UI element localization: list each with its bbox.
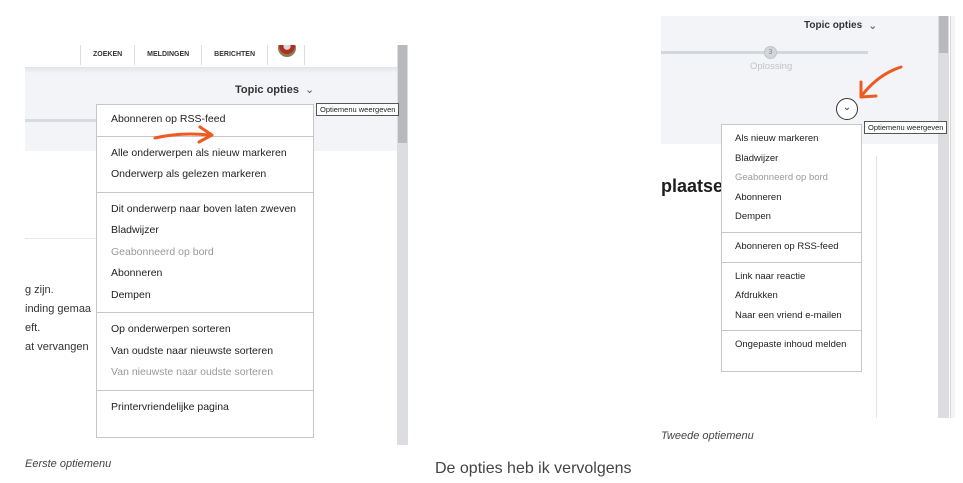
menu-item-bump-topic[interactable]: Dit onderwerp naar boven laten zweven [111, 199, 313, 221]
menu-item-print[interactable]: Printervriendelijke pagina [111, 397, 313, 419]
menu-item-sort-newest-first: Van nieuwste naar oudste sorteren [111, 366, 274, 378]
sidebar-panel [876, 156, 938, 418]
topic-options-label: Topic opties [235, 83, 299, 96]
background-post-text: g zijn. inding gemaa eft. at vervangen [25, 281, 91, 357]
text-line: eft. [25, 322, 41, 334]
menu-item-bookmark[interactable]: Bladwijzer [111, 220, 313, 242]
text-line: inding gemaa [25, 303, 92, 315]
nav-notifications[interactable]: MELDINGEN [134, 45, 201, 65]
menu-item-rss[interactable]: Abonneren op RSS-feed [735, 237, 861, 257]
menu-item-print[interactable]: Afdrukken [735, 286, 861, 306]
menu-item-bookmark[interactable]: Bladwijzer [735, 149, 861, 169]
scrollbar-thumb[interactable] [398, 45, 407, 143]
options-circle-button[interactable]: ⌄ [836, 98, 858, 120]
menu-item-link-to-reply[interactable]: Link naar reactie [735, 267, 861, 287]
menu-item-subscribed-board: Geabonneerd op bord [111, 245, 214, 258]
scrollbar-thumb[interactable] [939, 16, 948, 53]
menu-item-email-friend[interactable]: Naar een vriend e-mailen [735, 306, 861, 326]
progress-step-label: Oplossing [750, 61, 793, 72]
menu-item-subscribe[interactable]: Abonneren [735, 188, 861, 208]
progress-line [25, 119, 96, 122]
content-divider [25, 238, 97, 239]
forum-navbar: ZOEKEN MELDINGEN BERICHTEN [80, 45, 306, 65]
menu-item-mute[interactable]: Dempen [111, 285, 313, 307]
topic-options-button[interactable]: Topic opties ⌄ [235, 83, 315, 97]
menu-item-subscribe[interactable]: Abonneren [111, 263, 313, 285]
options-dropdown-menu: Als nieuw markeren Bladwijzer Geabonneer… [721, 124, 862, 372]
chevron-down-icon: ⌄ [868, 20, 878, 32]
topic-options-label: Topic opties [804, 20, 863, 31]
options-tooltip: Optiemenu weergeven [864, 121, 948, 134]
text-line: g zijn. [25, 284, 54, 296]
arrow-annotation-icon [153, 125, 214, 144]
options-tooltip: Optiemenu weergeven [316, 103, 400, 116]
menu-item-mark-all-new[interactable]: Alle onderwerpen als nieuw markeren [111, 143, 313, 165]
menu-item-report[interactable]: Ongepaste inhoud melden [735, 335, 861, 355]
arrow-annotation-icon [859, 65, 903, 99]
menu-section: Als nieuw markeren Bladwijzer Geabonneer… [722, 125, 861, 233]
menu-section: Op onderwerpen sorteren Van oudste naar … [97, 313, 313, 391]
first-menu-caption: Eerste optiemenu [25, 458, 112, 470]
nav-search[interactable]: ZOEKEN [80, 45, 134, 65]
chevron-down-icon: ⌄ [304, 84, 315, 96]
first-options-menu-screenshot: ZOEKEN MELDINGEN BERICHTEN g zijn. indin… [25, 45, 408, 445]
chevron-down-icon: ⌄ [842, 102, 852, 113]
menu-item-mark-new[interactable]: Als nieuw markeren [735, 129, 861, 149]
menu-section: Ongepaste inhoud melden [722, 331, 861, 360]
menu-item-mark-read[interactable]: Onderwerp als gelezen markeren [111, 164, 313, 186]
second-options-menu-screenshot: 3 Oplossing Topic opties ⌄ plaatsen ⌄ Al… [661, 16, 955, 418]
progress-step-dot: 3 [764, 46, 777, 59]
menu-item-sort-oldest-first[interactable]: Van oudste naar nieuwste sorteren [111, 341, 313, 363]
window-edge [950, 16, 955, 418]
menu-item-mute[interactable]: Dempen [735, 207, 861, 227]
scrollbar-track[interactable] [938, 16, 949, 418]
options-dropdown-menu: Abonneren op RSS-feed Alle onderwerpen a… [96, 104, 314, 438]
logo-emblem-icon[interactable] [267, 45, 306, 65]
menu-section: Link naar reactie Afdrukken Naar een vri… [722, 263, 861, 332]
article-body-text: De opties heb ik vervolgens [435, 460, 632, 477]
menu-item-subscribed-board: Geabonneerd op bord [735, 172, 828, 184]
menu-section: Dit onderwerp naar boven laten zweven Bl… [97, 193, 313, 313]
menu-section: Printervriendelijke pagina [97, 391, 313, 425]
nav-messages[interactable]: BERICHTEN [201, 45, 267, 65]
menu-item-sort-topics[interactable]: Op onderwerpen sorteren [111, 319, 313, 341]
topic-options-button[interactable]: Topic opties ⌄ [804, 19, 877, 32]
second-menu-caption: Tweede optiemenu [661, 430, 754, 442]
menu-section: Abonneren op RSS-feed [722, 233, 861, 263]
text-line: at vervangen [25, 341, 89, 353]
